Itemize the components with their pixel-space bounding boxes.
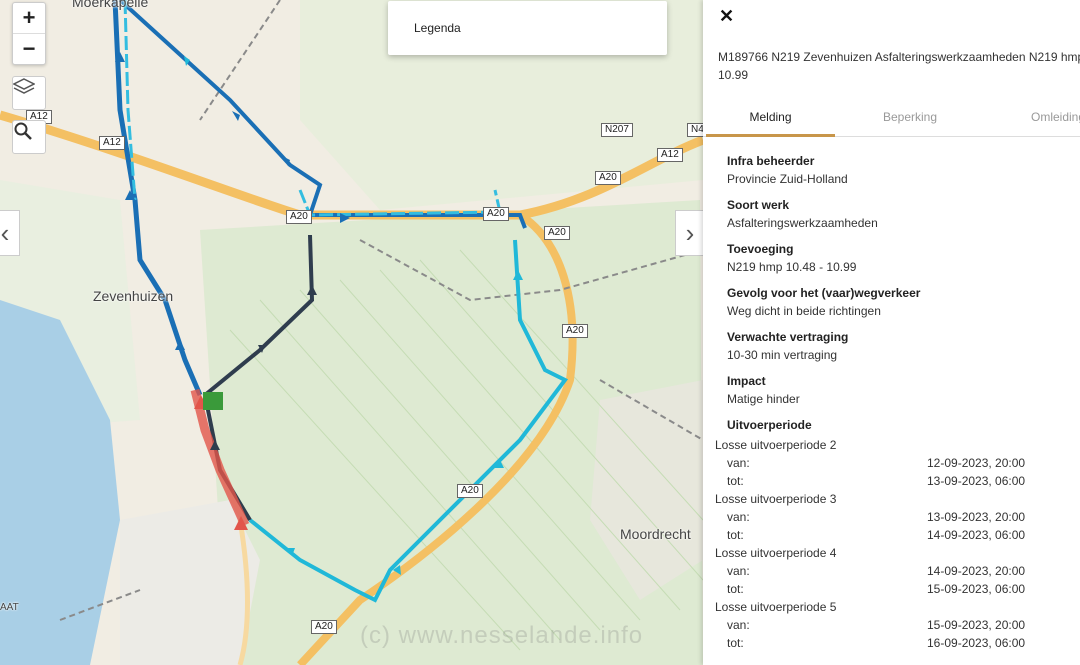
road-shield: A12	[657, 148, 683, 162]
period-name: Losse uitvoerperiode 5	[715, 600, 837, 614]
roadwork-marker-icon[interactable]	[203, 392, 223, 410]
period: Losse uitvoerperiode 2 van: 12-09-2023, 2…	[715, 436, 1075, 490]
layers-button[interactable]	[12, 76, 46, 110]
period-label: van:	[727, 456, 750, 470]
road-shield: N4	[687, 123, 703, 137]
next-button[interactable]: ›	[675, 210, 703, 256]
map-view[interactable]: Moerkapelle Zevenhuizen Moordrecht AAT A…	[0, 0, 703, 665]
detail-panel: ✕ M189766 N219 Zevenhuizen Asfalteringsw…	[703, 0, 1080, 665]
road-shield: A20	[544, 226, 570, 240]
chevron-right-icon: ›	[685, 217, 695, 248]
road-shield: A20	[595, 171, 621, 185]
legend-label: Legenda	[414, 21, 461, 35]
period-label: tot:	[727, 582, 744, 596]
road-shield: A20	[457, 484, 483, 498]
road-shield: A20	[311, 620, 337, 634]
period-list: Losse uitvoerperiode 2 van: 12-09-2023, 2…	[715, 436, 1075, 652]
period-label: tot:	[727, 474, 744, 488]
search-button[interactable]	[12, 120, 46, 154]
period-value: 14-09-2023, 20:00	[927, 564, 1026, 578]
zoom-controls: + −	[12, 2, 46, 65]
title-line: 10.99	[718, 68, 749, 82]
place-label: Moordrecht	[620, 526, 691, 542]
layers-icon	[13, 78, 35, 94]
period-name: Losse uitvoerperiode 3	[715, 492, 837, 506]
period-value: 14-09-2023, 06:00	[927, 528, 1026, 542]
zoom-in-button[interactable]: +	[13, 3, 45, 33]
field-value: N219 hmp 10.48 - 10.99	[727, 260, 857, 274]
close-button[interactable]: ✕	[719, 6, 734, 27]
field: Gevolg voor het (vaar)wegverkeer Weg dic…	[727, 284, 920, 320]
field-label: Toevoeging	[727, 242, 794, 256]
tab-melding[interactable]: Melding	[706, 104, 835, 137]
period-name: Losse uitvoerperiode 2	[715, 438, 837, 452]
field-value: Weg dicht in beide richtingen	[727, 304, 881, 318]
prev-button[interactable]: ‹	[0, 210, 20, 256]
road-shield: N207	[601, 123, 633, 137]
field-label: Soort werk	[727, 198, 790, 212]
field-label: Infra beheerder	[727, 154, 815, 168]
period-value: 15-09-2023, 06:00	[927, 582, 1026, 596]
watermark: (c) www.nesselande.info	[360, 622, 644, 649]
title-line: M189766 N219 Zevenhuizen Asfalteringswer…	[718, 50, 1080, 64]
tab-beperking[interactable]: Beperking	[845, 104, 975, 134]
tab-bar: Melding Beperking Omleiding	[703, 104, 1080, 137]
field: Infra beheerder Provincie Zuid-Holland	[727, 152, 920, 188]
period-name: Losse uitvoerperiode 4	[715, 546, 837, 560]
field-value: Provincie Zuid-Holland	[727, 172, 848, 186]
place-label: Moerkapelle	[72, 0, 149, 10]
period-value: 16-09-2023, 06:00	[927, 636, 1026, 650]
period: Losse uitvoerperiode 3 van: 13-09-2023, 2…	[715, 490, 1075, 544]
field-label: Impact	[727, 374, 766, 388]
period-value: 15-09-2023, 20:00	[927, 618, 1026, 632]
period: Losse uitvoerperiode 4 van: 14-09-2023, 2…	[715, 544, 1075, 598]
period-label: tot:	[727, 636, 744, 650]
period: Losse uitvoerperiode 5 van: 15-09-2023, 2…	[715, 598, 1075, 652]
period-label: van:	[727, 618, 750, 632]
field-value: Matige hinder	[727, 392, 800, 406]
search-icon	[14, 122, 32, 140]
period-value: 13-09-2023, 20:00	[927, 510, 1026, 524]
period-value: 12-09-2023, 20:00	[927, 456, 1026, 470]
map-canvas[interactable]	[0, 0, 703, 665]
road-shield: A20	[562, 324, 588, 338]
road-shield: A12	[99, 136, 125, 150]
field: Verwachte vertraging 10-30 min vertragin…	[727, 328, 920, 364]
place-label: AAT	[0, 602, 19, 613]
field-label: Verwachte vertraging	[727, 330, 849, 344]
legend-button[interactable]: Legenda	[388, 1, 667, 55]
field: Impact Matige hinder	[727, 372, 920, 408]
incident-fields: Infra beheerder Provincie Zuid-Holland S…	[727, 152, 920, 434]
field-value: 10-30 min vertraging	[727, 348, 838, 362]
period-value: 13-09-2023, 06:00	[927, 474, 1026, 488]
field-value: Asfalteringswerkzaamheden	[727, 216, 878, 230]
road-shield: A20	[286, 210, 312, 224]
chevron-left-icon: ‹	[0, 217, 10, 248]
zoom-out-button[interactable]: −	[13, 33, 45, 64]
tab-omleiding[interactable]: Omleiding	[993, 104, 1080, 134]
period-label: van:	[727, 510, 750, 524]
period-heading: Uitvoerperiode	[727, 418, 812, 432]
field: Soort werk Asfalteringswerkzaamheden	[727, 196, 920, 232]
road-shield: A20	[483, 207, 509, 221]
field-label: Gevolg voor het (vaar)wegverkeer	[727, 286, 921, 300]
place-label: Zevenhuizen	[93, 288, 174, 304]
period-label: tot:	[727, 528, 744, 542]
field: Toevoeging N219 hmp 10.48 - 10.99	[727, 240, 920, 276]
period-label: van:	[727, 564, 750, 578]
incident-title: M189766 N219 Zevenhuizen Asfalteringswer…	[718, 48, 1080, 84]
